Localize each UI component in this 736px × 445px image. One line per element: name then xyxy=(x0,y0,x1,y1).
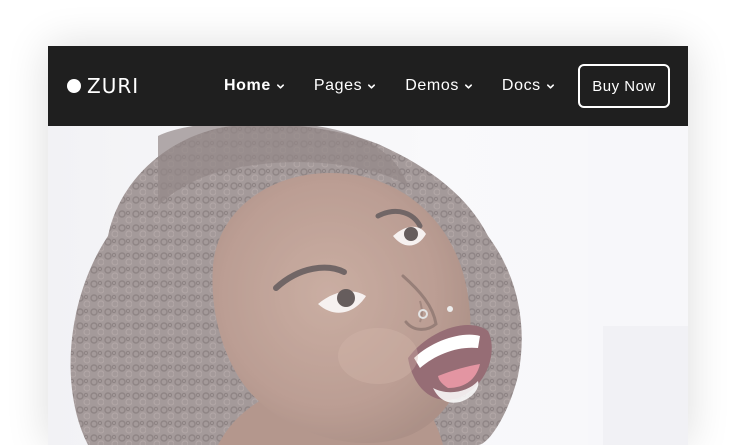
nav-item-label: Pages xyxy=(313,77,363,94)
chevron-down-icon xyxy=(464,83,472,89)
chevron-down-icon xyxy=(276,83,284,89)
nav-item-home[interactable]: Home xyxy=(224,77,285,95)
buy-now-button[interactable]: Buy Now xyxy=(578,64,670,108)
nav-item-docs[interactable]: Docs xyxy=(502,77,555,95)
chevron-down-icon xyxy=(546,83,554,89)
hero-image xyxy=(48,126,688,445)
page-frame: ZURI Home Pages Demos Docs Buy Now xyxy=(48,46,688,445)
logo-dot-icon xyxy=(67,79,81,93)
nav-menu: Home Pages Demos Docs xyxy=(224,74,584,98)
nav-item-label: Home xyxy=(224,77,271,94)
nav-item-label: Docs xyxy=(501,77,541,94)
navbar: ZURI Home Pages Demos Docs Buy Now xyxy=(48,46,688,126)
brand-name: ZURI xyxy=(87,74,140,98)
chevron-down-icon xyxy=(368,83,376,89)
brand-logo[interactable]: ZURI xyxy=(67,74,139,98)
nav-item-demos[interactable]: Demos xyxy=(405,77,473,95)
nav-item-pages[interactable]: Pages xyxy=(314,77,376,95)
nav-item-label: Demos xyxy=(405,77,459,94)
